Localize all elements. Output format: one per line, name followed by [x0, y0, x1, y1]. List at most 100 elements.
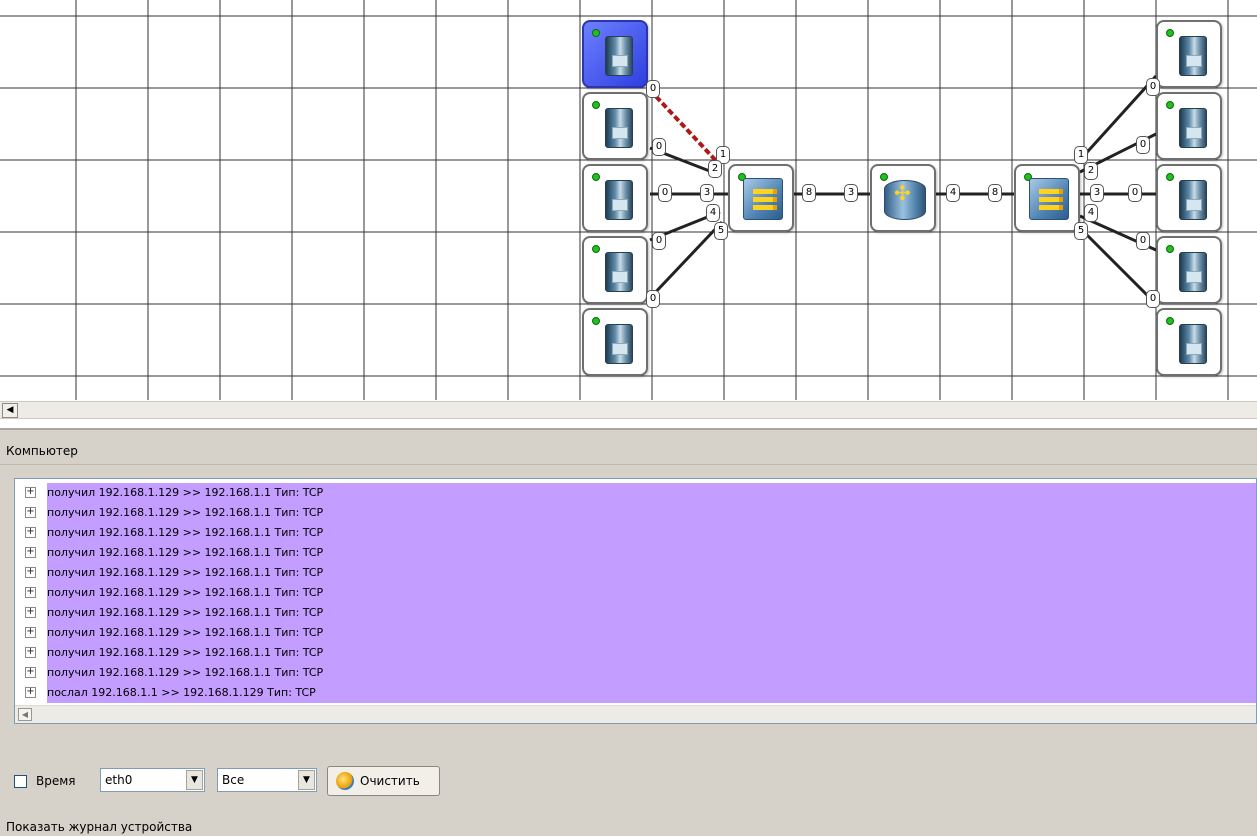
switch-icon [743, 178, 783, 220]
port-label[interactable]: 0 [646, 80, 660, 98]
port-label[interactable]: 2 [708, 160, 722, 178]
computer-icon [1179, 108, 1207, 148]
port-label[interactable]: 4 [1084, 204, 1098, 222]
log-row[interactable]: + получил 192.168.1.129 >> 192.168.1.1 Ти… [15, 543, 1256, 563]
port-label[interactable]: 0 [652, 138, 666, 156]
log-entry-text[interactable]: послал 192.168.1.1 >> 192.168.1.129 Тип:… [47, 683, 1256, 703]
show-device-log-link[interactable]: Показать журнал устройства [6, 820, 192, 834]
port-label[interactable]: 5 [714, 222, 728, 240]
port-label[interactable]: 0 [658, 184, 672, 202]
time-label[interactable]: Время [36, 774, 76, 788]
log-entry-text[interactable]: получил 192.168.1.129 >> 192.168.1.1 Тип… [47, 663, 1256, 683]
computer-icon [1179, 36, 1207, 76]
status-led-icon [592, 317, 600, 325]
pc-node-right-2[interactable] [1156, 92, 1222, 160]
pc-node-left-1[interactable] [582, 20, 648, 88]
port-label[interactable]: 4 [946, 184, 960, 202]
plus-box-icon[interactable]: + [25, 547, 36, 558]
status-led-icon [1166, 101, 1174, 109]
plus-box-icon[interactable]: + [25, 667, 36, 678]
log-row[interactable]: + получил 192.168.1.129 >> 192.168.1.1 Ти… [15, 603, 1256, 623]
port-label[interactable]: 8 [802, 184, 816, 202]
plus-box-icon[interactable]: + [25, 567, 36, 578]
status-led-icon [1166, 29, 1174, 37]
log-entry-text[interactable]: получил 192.168.1.129 >> 192.168.1.1 Тип… [47, 623, 1256, 643]
log-entry-text[interactable]: получил 192.168.1.129 >> 192.168.1.1 Тип… [47, 543, 1256, 563]
port-label[interactable]: 2 [1084, 162, 1098, 180]
port-label[interactable]: 0 [1146, 290, 1160, 308]
log-row[interactable]: + получил 192.168.1.129 >> 192.168.1.1 Ти… [15, 483, 1256, 503]
log-entry-text[interactable]: получил 192.168.1.129 >> 192.168.1.1 Тип… [47, 563, 1256, 583]
port-label[interactable]: 3 [844, 184, 858, 202]
log-row[interactable]: + получил 192.168.1.129 >> 192.168.1.1 Ти… [15, 503, 1256, 523]
computer-icon [1179, 180, 1207, 220]
log-entry-text[interactable]: получил 192.168.1.129 >> 192.168.1.1 Тип… [47, 583, 1256, 603]
plus-box-icon[interactable]: + [25, 527, 36, 538]
pc-node-right-4[interactable] [1156, 236, 1222, 304]
clear-button[interactable]: Очистить [327, 766, 440, 796]
log-entry-text[interactable]: получил 192.168.1.129 >> 192.168.1.1 Тип… [47, 603, 1256, 623]
port-label[interactable]: 0 [1146, 78, 1160, 96]
plus-box-icon[interactable]: + [25, 607, 36, 618]
log-row[interactable]: + послал 192.168.1.1 >> 192.168.1.129 Тип… [15, 683, 1256, 703]
log-row[interactable]: + получил 192.168.1.129 >> 192.168.1.1 Ти… [15, 623, 1256, 643]
port-label[interactable]: 0 [652, 232, 666, 250]
switch-node-1[interactable] [728, 164, 794, 232]
pc-node-left-4[interactable] [582, 236, 648, 304]
switch-node-2[interactable] [1014, 164, 1080, 232]
router-icon [884, 180, 926, 220]
port-label[interactable]: 8 [988, 184, 1002, 202]
plus-box-icon[interactable]: + [25, 687, 36, 698]
pc-node-left-2[interactable] [582, 92, 648, 160]
port-label[interactable]: 1 [1074, 146, 1088, 164]
port-label[interactable]: 3 [700, 184, 714, 202]
log-row[interactable]: + получил 192.168.1.129 >> 192.168.1.1 Ти… [15, 523, 1256, 543]
computer-icon [605, 252, 633, 292]
port-label[interactable]: 0 [1128, 184, 1142, 202]
pc-node-right-1[interactable] [1156, 20, 1222, 88]
log-entry-text[interactable]: получил 192.168.1.129 >> 192.168.1.1 Тип… [47, 503, 1256, 523]
plus-box-icon[interactable]: + [25, 647, 36, 658]
arrow-left-icon[interactable]: ◀ [18, 708, 32, 721]
port-label[interactable]: 3 [1090, 184, 1104, 202]
port-label[interactable]: 0 [1136, 232, 1150, 250]
log-horizontal-scrollbar[interactable]: ◀ [15, 705, 1256, 723]
filter-select[interactable]: Все ▼ [217, 768, 317, 792]
interface-select[interactable]: eth0 ▼ [100, 768, 205, 792]
status-led-icon [880, 173, 888, 181]
log-entry-text[interactable]: получил 192.168.1.129 >> 192.168.1.1 Тип… [47, 523, 1256, 543]
log-row[interactable]: + получил 192.168.1.129 >> 192.168.1.1 Ти… [15, 583, 1256, 603]
computer-icon [1179, 252, 1207, 292]
port-label[interactable]: 5 [1074, 222, 1088, 240]
status-led-icon [592, 29, 600, 37]
status-led-icon [592, 173, 600, 181]
log-row[interactable]: + получил 192.168.1.129 >> 192.168.1.1 Ти… [15, 663, 1256, 683]
device-log-tree[interactable]: + получил 192.168.1.129 >> 192.168.1.1 Ти… [14, 478, 1257, 724]
status-led-icon [592, 245, 600, 253]
broom-icon [336, 772, 354, 790]
plus-box-icon[interactable]: + [25, 627, 36, 638]
pc-node-right-3[interactable] [1156, 164, 1222, 232]
log-entry-text[interactable]: получил 192.168.1.129 >> 192.168.1.1 Тип… [47, 643, 1256, 663]
log-row[interactable]: + получил 192.168.1.129 >> 192.168.1.1 Ти… [15, 643, 1256, 663]
chevron-down-icon[interactable]: ▼ [298, 770, 315, 790]
time-checkbox[interactable] [14, 775, 27, 788]
port-label[interactable]: 4 [706, 204, 720, 222]
plus-box-icon[interactable]: + [25, 587, 36, 598]
computer-icon [605, 180, 633, 220]
port-label[interactable]: 0 [1136, 136, 1150, 154]
pc-node-left-5[interactable] [582, 308, 648, 376]
router-node[interactable] [870, 164, 936, 232]
canvas-horizontal-scrollbar[interactable]: ◀ [0, 401, 1257, 419]
status-led-icon [592, 101, 600, 109]
pc-node-right-5[interactable] [1156, 308, 1222, 376]
network-canvas[interactable]: 0 0 0 0 0 1 2 3 4 5 8 3 4 8 1 2 3 4 5 0 … [0, 0, 1257, 400]
plus-box-icon[interactable]: + [25, 507, 36, 518]
log-row[interactable]: + получил 192.168.1.129 >> 192.168.1.1 Ти… [15, 563, 1256, 583]
arrow-left-icon[interactable]: ◀ [2, 403, 18, 418]
chevron-down-icon[interactable]: ▼ [186, 770, 203, 790]
port-label[interactable]: 0 [646, 290, 660, 308]
plus-box-icon[interactable]: + [25, 487, 36, 498]
pc-node-left-3[interactable] [582, 164, 648, 232]
log-entry-text[interactable]: получил 192.168.1.129 >> 192.168.1.1 Тип… [47, 483, 1256, 503]
